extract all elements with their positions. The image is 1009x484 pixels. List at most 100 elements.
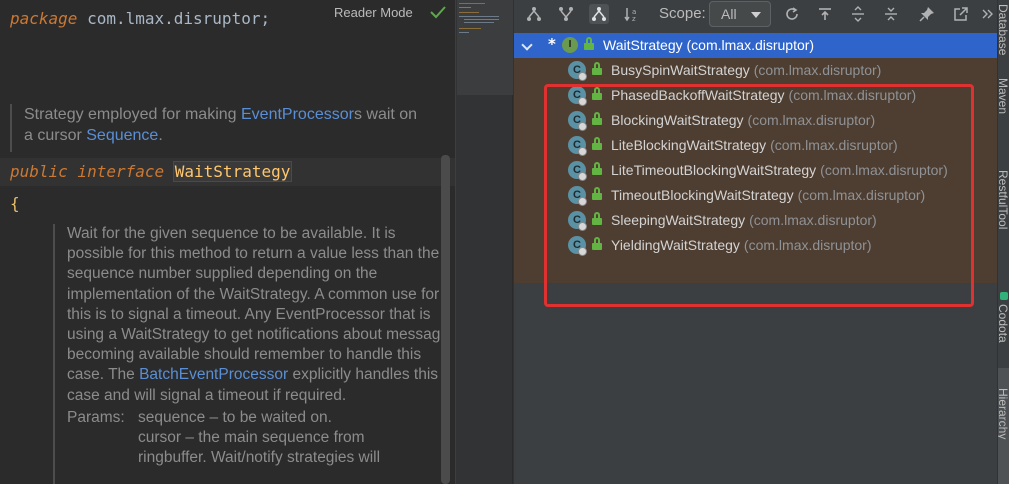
codota-icon (1000, 292, 1008, 300)
package-name: (com.lmax.disruptor) (747, 112, 876, 128)
minimap-line (459, 3, 485, 4)
tree-root-row[interactable]: * I WaitStrategy (com.lmax.disruptor) (514, 33, 998, 58)
package-name: (com.lmax.disruptor) (820, 162, 948, 178)
sort-alphabetically-icon[interactable]: az (622, 4, 642, 24)
params-list: sequence – to be waited on. cursor – the… (138, 408, 380, 469)
package-name: com.lmax.disruptor; (77, 9, 271, 28)
tool-tab-codota[interactable]: Codota (998, 304, 1009, 343)
class-icon: C (568, 136, 587, 156)
tree-item-label: PhasedBackoffWaitStrategy (com.lmax.disru… (611, 87, 916, 103)
right-tool-strip: Database Maven RestfulTool Codota Hierar… (997, 0, 1009, 484)
class-icon: C (568, 161, 587, 181)
expand-all-icon[interactable] (848, 4, 868, 24)
param-entry: ringbuffer. Wait/notify strategies will (138, 449, 381, 467)
package-name: (com.lmax.disruptor) (743, 237, 872, 253)
tree-item-label: BlockingWaitStrategy (com.lmax.disruptor) (611, 112, 875, 128)
reader-mode-button[interactable]: Reader Mode (334, 5, 413, 20)
class-name: SleepingWaitStrategy (611, 212, 746, 228)
subtypes-hierarchy-icon[interactable] (556, 4, 576, 24)
check-icon[interactable] (429, 4, 447, 20)
tool-tab-maven[interactable]: Maven (998, 78, 1009, 114)
package-name: (com.lmax.disruptor) (749, 212, 877, 228)
params-label: Params: (67, 408, 125, 426)
tree-root-label: WaitStrategy (com.lmax.disruptor) (603, 37, 815, 53)
class-icon: C (568, 111, 587, 131)
public-lock-icon (592, 87, 602, 100)
public-lock-icon (584, 37, 594, 50)
tree-item-sleepingwaitstrategy[interactable]: C SleepingWaitStrategy (com.lmax.disrupto… (514, 208, 998, 233)
public-lock-icon (592, 212, 602, 225)
package-name: (com.lmax.disruptor) (797, 187, 926, 203)
class-icon: C (568, 86, 587, 106)
doc-link-sequence[interactable]: Sequence (86, 127, 158, 144)
package-keyword: package (10, 9, 78, 28)
interface-declaration: public interface WaitStrategy (10, 161, 293, 182)
editor-scrollbar[interactable] (441, 155, 450, 484)
tree-item-blockingwaitstrategy[interactable]: C BlockingWaitStrategy (com.lmax.disrupto… (514, 108, 998, 133)
public-lock-icon (592, 62, 602, 75)
supertypes-hierarchy-icon[interactable] (524, 4, 544, 24)
package-declaration: package com.lmax.disruptor; (10, 9, 270, 28)
package-name: (com.lmax.disruptor) (788, 87, 917, 103)
doc-link-batcheventprocessor[interactable]: BatchEventProcessor (139, 366, 288, 383)
minimap-line (459, 7, 471, 8)
tree-item-phasedbackoffwaitstrategy[interactable]: C PhasedBackoffWaitStrategy (com.lmax.dis… (514, 83, 998, 108)
svg-text:z: z (632, 15, 636, 22)
code-editor[interactable]: package com.lmax.disruptor; Reader Mode … (0, 0, 455, 484)
tree-item-label: BusySpinWaitStrategy (com.lmax.disruptor) (611, 62, 881, 78)
public-lock-icon (592, 187, 602, 200)
class-name: LiteBlockingWaitStrategy (611, 137, 767, 153)
class-icon: C (568, 211, 587, 231)
interface-keywords: public interface (10, 162, 174, 181)
doc-comment-waitfor: Wait for the given sequence to be availa… (53, 224, 453, 484)
param-entry: sequence – to be waited on. (138, 408, 332, 426)
code-minimap[interactable] (455, 0, 513, 484)
minimap-line (464, 19, 499, 20)
class-name: PhasedBackoffWaitStrategy (611, 87, 785, 103)
public-lock-icon (592, 112, 602, 125)
refresh-icon[interactable] (782, 4, 802, 24)
class-icon: C (568, 236, 587, 256)
open-in-new-icon[interactable] (951, 4, 971, 24)
tree-item-litetimeoutblockingwaitstrategy[interactable]: C LiteTimeoutBlockingWaitStrategy (com.lm… (514, 158, 998, 183)
class-hierarchy-icon[interactable] (589, 4, 609, 24)
class-name: LiteTimeoutBlockingWaitStrategy (611, 162, 817, 178)
scope-dropdown[interactable]: All (709, 1, 771, 27)
tree-item-timeoutblockingwaitstrategy[interactable]: C TimeoutBlockingWaitStrategy (com.lmax.d… (514, 183, 998, 208)
class-name: YieldingWaitStrategy (611, 237, 740, 253)
tree-item-liteblockingwaitstrategy[interactable]: C LiteBlockingWaitStrategy (com.lmax.disr… (514, 133, 998, 158)
doc-comment-strategy: Strategy employed for making EventProces… (10, 104, 420, 152)
class-icon: C (568, 186, 587, 206)
minimap-line (464, 22, 494, 23)
interface-icon: I (562, 37, 578, 53)
tool-tab-restfultool[interactable]: RestfulTool (998, 170, 1009, 229)
export-icon[interactable] (815, 4, 835, 24)
tree-item-yieldingwaitstrategy[interactable]: C YieldingWaitStrategy (com.lmax.disrupto… (514, 233, 998, 258)
chevron-down-icon (751, 12, 761, 18)
tree-item-busyspinwaitstrategy[interactable]: C BusySpinWaitStrategy (com.lmax.disrupto… (514, 58, 998, 83)
tree-item-label: LiteBlockingWaitStrategy (com.lmax.disrup… (611, 137, 898, 153)
collapse-all-icon[interactable] (881, 4, 901, 24)
chevron-down-icon[interactable] (521, 39, 533, 51)
more-icon[interactable] (979, 4, 995, 24)
root-marker: * (548, 35, 556, 53)
doc-params: Params: sequence – to be waited on. curs… (67, 408, 453, 469)
interface-name[interactable]: WaitStrategy (172, 161, 293, 182)
public-lock-icon (592, 162, 602, 175)
hierarchy-toolbar: az Scope: All (514, 0, 998, 29)
hierarchy-panel[interactable]: az Scope: All * I WaitStrategy (com.lmax… (513, 0, 998, 484)
pin-icon[interactable] (917, 4, 937, 24)
tree-item-label: SleepingWaitStrategy (com.lmax.disruptor) (611, 212, 877, 228)
tree-item-label: LiteTimeoutBlockingWaitStrategy (com.lmax… (611, 162, 948, 178)
package-name: (com.lmax.disruptor) (753, 62, 882, 78)
scope-value: All (721, 6, 737, 22)
public-lock-icon (592, 237, 602, 250)
hierarchy-tree[interactable]: * I WaitStrategy (com.lmax.disruptor) C … (514, 30, 998, 484)
doc-link-eventprocessor[interactable]: EventProcessor (241, 106, 354, 123)
tool-tab-hierarchy[interactable]: Hierarchy (998, 388, 1009, 439)
minimap-line (459, 12, 479, 13)
doc-paragraph: Wait for the given sequence to be availa… (67, 224, 453, 406)
minimap-viewport[interactable] (457, 0, 513, 95)
package-name: (com.lmax.disruptor) (770, 137, 898, 153)
tool-tab-database[interactable]: Database (998, 4, 1009, 55)
